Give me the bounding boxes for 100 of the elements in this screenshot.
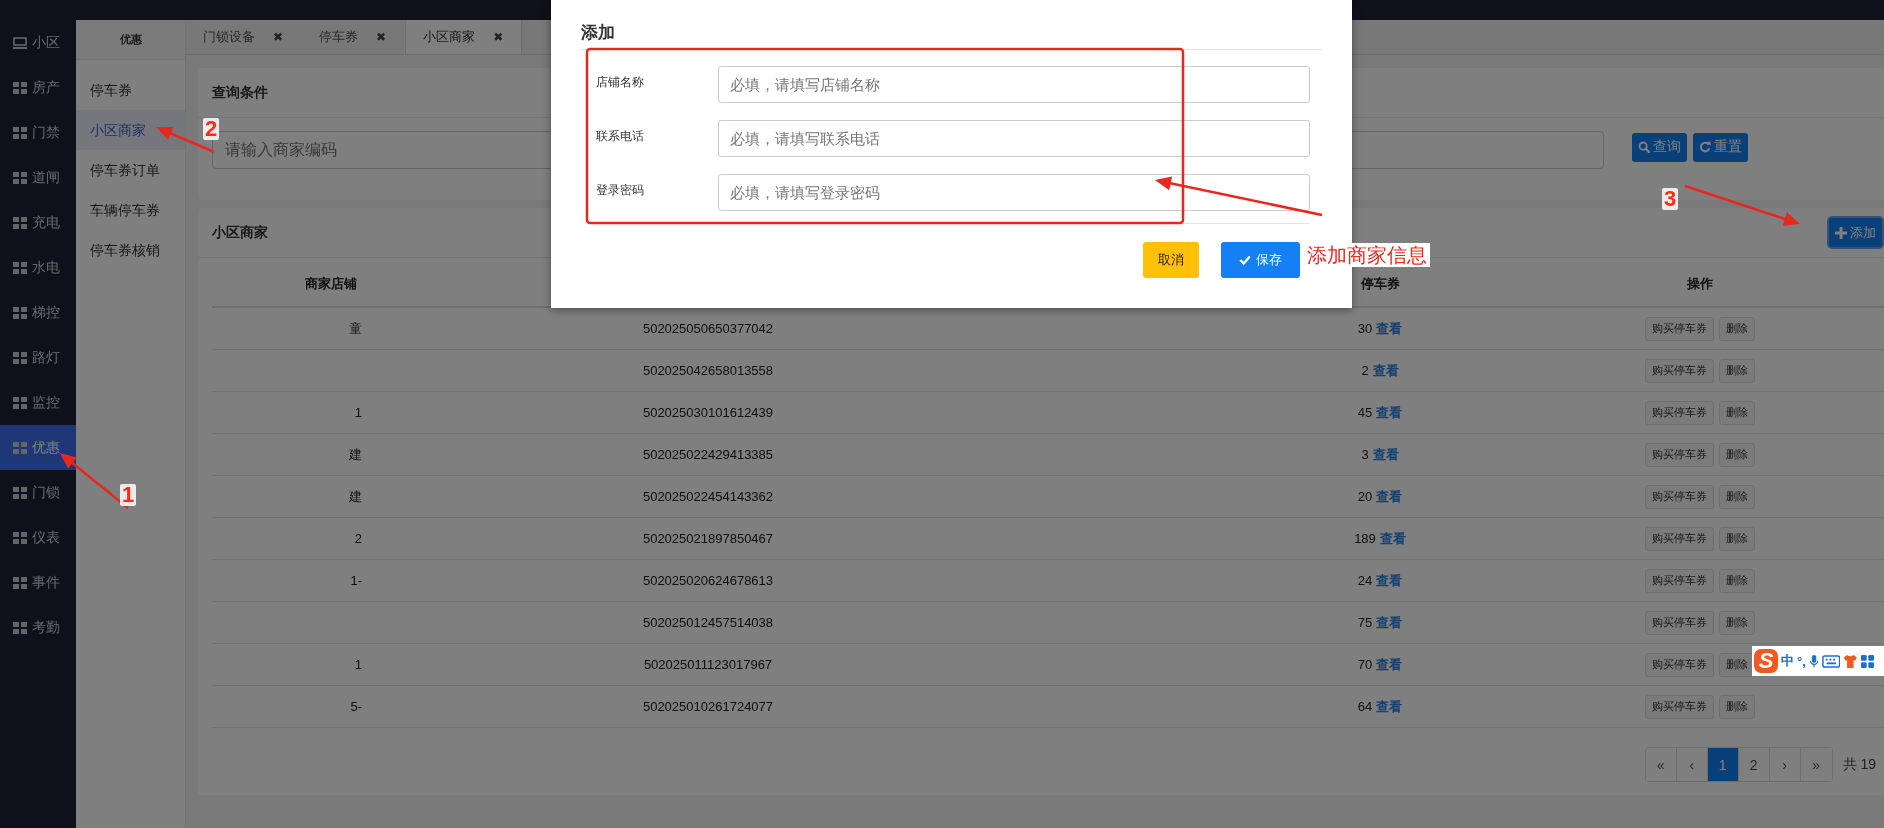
- submenu-item[interactable]: 停车券核销: [76, 230, 185, 270]
- tab[interactable]: 小区商家 ✖: [405, 20, 523, 54]
- sidebar-item[interactable]: 充电: [0, 200, 76, 245]
- submenu-item[interactable]: 停车券: [76, 70, 185, 110]
- close-icon[interactable]: ✖: [376, 30, 387, 44]
- buy-coupon-button[interactable]: 购买停车券: [1645, 526, 1714, 551]
- table-cell: 502025030101612439: [642, 405, 774, 420]
- buy-coupon-button[interactable]: 购买停车券: [1645, 358, 1714, 383]
- table-cell: 1: [354, 405, 362, 420]
- sidebar-item[interactable]: 小区: [0, 20, 76, 65]
- page-button[interactable]: «: [1645, 748, 1677, 781]
- buy-coupon-button[interactable]: 购买停车券: [1645, 694, 1714, 719]
- page-button[interactable]: 1: [1707, 748, 1739, 781]
- table-cell: 70: [1357, 657, 1373, 672]
- ime-mode[interactable]: 中: [1781, 652, 1794, 670]
- sidebar-item[interactable]: 房产: [0, 65, 76, 110]
- step-number: 1: [120, 484, 137, 506]
- delete-button[interactable]: 删除: [1719, 484, 1755, 509]
- submenu-item[interactable]: 小区商家: [76, 110, 185, 150]
- ime-punctuation[interactable]: °,: [1797, 653, 1806, 669]
- delete-button[interactable]: 删除: [1719, 652, 1755, 677]
- sidebar-item[interactable]: 事件: [0, 560, 76, 605]
- save-button[interactable]: 保存: [1221, 242, 1300, 278]
- field-label: 店铺名称: [596, 74, 645, 91]
- buy-coupon-button[interactable]: 购买停车券: [1645, 610, 1714, 635]
- view-link[interactable]: 查看: [1376, 697, 1403, 716]
- view-link[interactable]: 查看: [1376, 319, 1403, 338]
- sidebar-item[interactable]: 门锁: [0, 470, 76, 515]
- ime-logo[interactable]: S: [1754, 649, 1778, 673]
- buy-coupon-button[interactable]: 购买停车券: [1645, 484, 1714, 509]
- table-cell: 189: [1354, 531, 1376, 546]
- total-count: 共 19: [1842, 755, 1876, 774]
- table-cell: 2: [1361, 363, 1369, 378]
- delete-button[interactable]: 删除: [1719, 568, 1755, 593]
- sidebar-item[interactable]: 优惠: [0, 425, 76, 470]
- view-link[interactable]: 查看: [1376, 571, 1403, 590]
- table-cell: 3: [1361, 447, 1369, 462]
- delete-button[interactable]: 删除: [1719, 358, 1755, 383]
- input-field[interactable]: 必填，请填写登录密码: [718, 174, 1310, 211]
- sidebar-item[interactable]: 监控: [0, 380, 76, 425]
- delete-button[interactable]: 删除: [1719, 400, 1755, 425]
- table-cell: 502025020624678613: [642, 573, 774, 588]
- card-title: 查询条件: [212, 83, 268, 102]
- delete-button[interactable]: 删除: [1719, 610, 1755, 635]
- reset-button[interactable]: 重置: [1693, 132, 1748, 162]
- sidebar-item[interactable]: 仪表: [0, 515, 76, 560]
- search-button[interactable]: 查询: [1632, 132, 1687, 162]
- buy-coupon-button[interactable]: 购买停车券: [1645, 316, 1714, 341]
- tab[interactable]: 停车券 ✖: [302, 20, 406, 54]
- table-cell: 30: [1357, 321, 1373, 336]
- column-header: 停车券: [1360, 275, 1400, 293]
- table-cell: 24: [1357, 573, 1373, 588]
- sidebar-item[interactable]: 梯控: [0, 290, 76, 335]
- buy-coupon-button[interactable]: 购买停车券: [1645, 568, 1714, 593]
- view-link[interactable]: 查看: [1379, 529, 1406, 548]
- view-link[interactable]: 查看: [1376, 487, 1403, 506]
- table-cell: 502025012457514038: [642, 615, 774, 630]
- annotation-text: 添加商家信息: [1304, 243, 1430, 267]
- table-cell: 45: [1357, 405, 1373, 420]
- submenu-item[interactable]: 停车券订单: [76, 150, 185, 190]
- table-cell: 502025022454143362: [642, 489, 774, 504]
- view-link[interactable]: 查看: [1376, 403, 1403, 422]
- dialog-title: 添加: [581, 23, 615, 42]
- field-label: 联系电话: [596, 128, 645, 145]
- delete-button[interactable]: 删除: [1719, 316, 1755, 341]
- table-cell: 建: [349, 445, 362, 464]
- sidebar-item[interactable]: 水电: [0, 245, 76, 290]
- buy-coupon-button[interactable]: 购买停车券: [1645, 400, 1714, 425]
- column-header: 商家店铺: [305, 275, 357, 293]
- view-link[interactable]: 查看: [1372, 361, 1399, 380]
- table-cell: 502025042658013558: [642, 363, 774, 378]
- add-button[interactable]: 添加: [1829, 218, 1882, 247]
- table-cell: 1-: [350, 573, 362, 588]
- sidebar-item[interactable]: 考勤: [0, 605, 76, 650]
- buy-coupon-button[interactable]: 购买停车券: [1645, 652, 1714, 677]
- delete-button[interactable]: 删除: [1719, 442, 1755, 467]
- tab[interactable]: 门锁设备 ✖: [186, 20, 303, 54]
- input-field[interactable]: 必填，请填写联系电话: [718, 120, 1310, 157]
- close-icon[interactable]: ✖: [493, 30, 504, 44]
- table-cell: 75: [1357, 615, 1373, 630]
- table-cell: 64: [1357, 699, 1373, 714]
- cancel-button[interactable]: 取消: [1143, 242, 1199, 278]
- step-number: 2: [203, 118, 220, 140]
- table-cell: 502025050650377042: [642, 321, 774, 336]
- sidebar-item[interactable]: 门禁: [0, 110, 76, 155]
- sidebar-item[interactable]: 道闸: [0, 155, 76, 200]
- view-link[interactable]: 查看: [1376, 613, 1403, 632]
- view-link[interactable]: 查看: [1372, 445, 1399, 464]
- column-header: 操作: [1687, 275, 1713, 293]
- input-field[interactable]: 必填，请填写店铺名称: [718, 66, 1310, 103]
- delete-button[interactable]: 删除: [1719, 526, 1755, 551]
- delete-button[interactable]: 删除: [1719, 694, 1755, 719]
- buy-coupon-button[interactable]: 购买停车券: [1645, 442, 1714, 467]
- sidebar-item[interactable]: 路灯: [0, 335, 76, 380]
- table-cell: 502025021897850467: [642, 531, 774, 546]
- submenu-item[interactable]: 车辆停车券: [76, 190, 185, 230]
- close-icon[interactable]: ✖: [273, 30, 284, 44]
- view-link[interactable]: 查看: [1376, 655, 1403, 674]
- table-cell: 20: [1357, 489, 1373, 504]
- table-cell: 1: [354, 657, 362, 672]
